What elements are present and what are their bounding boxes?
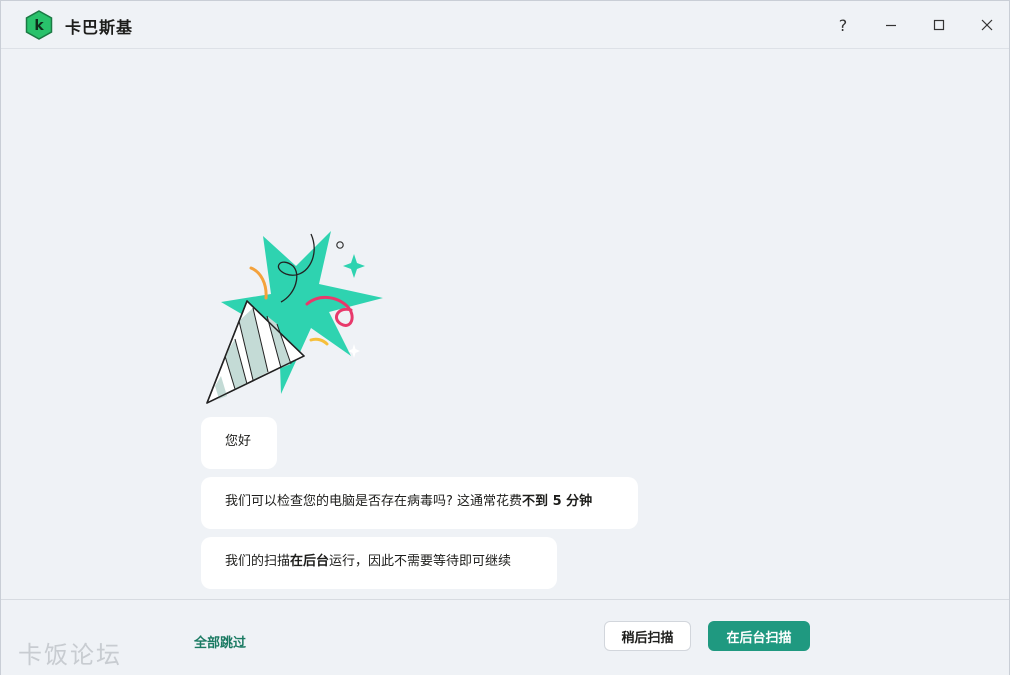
party-popper-illustration	[206, 231, 383, 404]
background-info-text-2: 运行，因此不需要等待即可继续	[329, 554, 512, 569]
help-button[interactable]: ?	[827, 9, 859, 41]
chat-bubble-greeting: 您好	[201, 417, 277, 469]
app-window: k 卡巴斯基 ? 您好 我们可以检查您的电脑是否存在病毒吗? 这通常花费不到 5…	[0, 0, 1010, 675]
help-icon: ?	[838, 15, 848, 35]
scan-later-button[interactable]: 稍后扫描	[604, 621, 691, 651]
scan-question-text: 我们可以检查您的电脑是否存在病毒吗? 这通常花费	[225, 494, 523, 509]
confetti-dash-yellow	[309, 337, 329, 346]
close-icon	[981, 19, 993, 31]
svg-text:k: k	[34, 18, 44, 34]
scan-in-background-button[interactable]: 在后台扫描	[708, 621, 810, 651]
scan-duration-text: 不到 5 分钟	[522, 494, 593, 509]
sparkle-white	[348, 344, 360, 358]
sparkle-teal	[343, 254, 365, 278]
confetti-ribbon-orange	[249, 266, 268, 300]
confetti-ring	[336, 241, 344, 249]
background-info-text-1: 我们的扫描	[225, 554, 291, 569]
kaspersky-logo-icon: k	[25, 10, 53, 40]
minimize-icon	[886, 24, 896, 27]
title-bar: k 卡巴斯基 ?	[1, 1, 1009, 49]
skip-all-link[interactable]: 全部跳过	[194, 632, 246, 651]
chat-bubble-background-info: 我们的扫描在后台运行，因此不需要等待即可继续	[201, 537, 557, 589]
app-title: 卡巴斯基	[65, 18, 134, 37]
background-info-bold: 在后台	[290, 554, 330, 569]
close-button[interactable]	[971, 9, 1003, 41]
chat-bubble-scan-question: 我们可以检查您的电脑是否存在病毒吗? 这通常花费不到 5 分钟	[201, 477, 638, 529]
minimize-button[interactable]	[875, 9, 907, 41]
maximize-icon	[933, 19, 945, 31]
footer-bar: 全部跳过 稍后扫描 在后台扫描	[1, 599, 1009, 675]
maximize-button[interactable]	[923, 9, 955, 41]
greeting-text: 您好	[225, 434, 252, 449]
forum-watermark: 卡饭论坛	[18, 641, 122, 669]
